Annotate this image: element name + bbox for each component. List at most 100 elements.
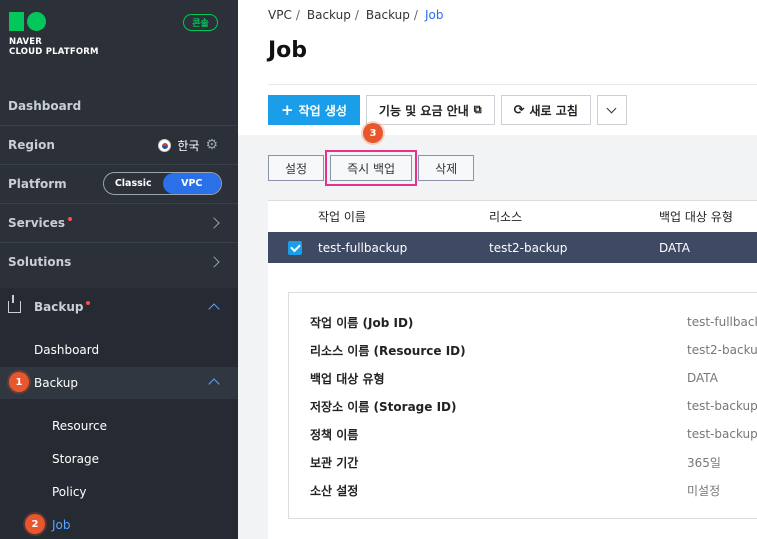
settings-button[interactable]: 설정	[268, 155, 325, 181]
sidebar-subitem-label: Job	[52, 518, 71, 532]
logo-mark-icon	[9, 12, 99, 31]
chevron-up-icon	[208, 378, 220, 390]
detail-value: test2-backup(	[687, 343, 757, 357]
sidebar-item-dashboard[interactable]: Dashboard	[0, 86, 238, 125]
cell-resource: test2-backup	[489, 240, 568, 255]
create-job-label: 작업 생성	[298, 103, 347, 118]
sidebar-item-backup-group[interactable]: Backup	[0, 288, 238, 325]
platform-label: Platform	[8, 177, 67, 191]
detail-key: 백업 대상 유형	[310, 371, 385, 386]
sidebar-item-region[interactable]: Region 한국 ⚙	[0, 125, 238, 164]
detail-key: 작업 이름 (Job ID)	[310, 315, 414, 330]
detail-key: 저장소 이름 (Storage ID)	[310, 399, 457, 414]
detail-key: 정책 이름	[310, 427, 359, 442]
sidebar-subitem-label: Storage	[52, 452, 99, 466]
sidebar: NAVER CLOUD PLATFORM 콘솔 Dashboard Region…	[0, 0, 238, 539]
sidebar-subitem-label: Resource	[52, 419, 108, 433]
region-label: Region	[8, 138, 55, 152]
table-header: 작업 이름 리소스 백업 대상 유형	[268, 200, 757, 232]
detail-row: 백업 대상 유형 DATA	[310, 364, 757, 392]
column-header-job-name[interactable]: 작업 이름	[318, 208, 366, 225]
platform-option-vpc[interactable]: VPC	[162, 173, 221, 194]
breadcrumb-vpc[interactable]: VPC	[268, 8, 292, 22]
plus-icon: +	[281, 101, 294, 119]
naver-cloud-logo[interactable]: NAVER CLOUD PLATFORM	[9, 12, 99, 57]
row-checkbox[interactable]	[288, 240, 302, 255]
korea-flag-icon	[158, 138, 172, 152]
logo-line2: CLOUD PLATFORM	[9, 47, 99, 57]
sidebar-subitem-label: Policy	[52, 485, 87, 499]
detail-value: 미설정	[687, 483, 721, 498]
logo-line1: NAVER	[9, 37, 43, 47]
gear-icon[interactable]: ⚙	[205, 137, 218, 153]
breadcrumb: VPC / Backup / Backup / Job	[268, 8, 444, 22]
create-job-button[interactable]: + 작업 생성	[268, 95, 360, 125]
main-content: VPC / Backup / Backup / Job Job + 작업 생성 기능 …	[238, 0, 757, 539]
detail-box: 작업 이름 (Job ID) test-fullbacku 리소스 이름 (Re…	[288, 292, 757, 519]
detail-row: 저장소 이름 (Storage ID) test-backup-s	[310, 392, 757, 420]
detail-key: 보관 기간	[310, 455, 359, 470]
page-title: Job	[268, 38, 308, 63]
more-dropdown-button[interactable]	[596, 95, 627, 125]
new-dot-icon	[68, 217, 73, 221]
cell-target-type: DATA	[659, 240, 690, 255]
detail-value: 365일	[687, 455, 721, 470]
column-header-resource[interactable]: 리소스	[489, 208, 522, 225]
sidebar-item-label: Solutions	[8, 255, 72, 269]
sidebar-item-label: Services	[8, 216, 66, 230]
step-badge-3: 3	[363, 123, 383, 143]
refresh-icon: ⟳	[513, 102, 525, 118]
detail-key: 소산 설정	[310, 483, 359, 498]
column-header-target-type[interactable]: 백업 대상 유형	[659, 208, 733, 225]
platform-toggle[interactable]: Classic VPC	[103, 172, 222, 195]
sidebar-subitem-backup[interactable]: Backup	[0, 367, 238, 399]
sidebar-subitem-label: Dashboard	[34, 343, 100, 357]
sidebar-item-solutions[interactable]: Solutions	[0, 242, 238, 281]
sidebar-item-label: Backup	[34, 299, 84, 314]
detail-row: 작업 이름 (Job ID) test-fullbacku	[310, 308, 757, 336]
detail-key: 리소스 이름 (Resource ID)	[310, 343, 466, 358]
info-label: 기능 및 요금 안내	[378, 103, 469, 118]
sidebar-subitem-dashboard[interactable]: Dashboard	[0, 334, 238, 366]
sidebar-subitem-storage[interactable]: Storage	[0, 443, 238, 475]
action-buttons: 설정 즉시 백업 삭제	[268, 150, 475, 186]
chevron-right-icon	[208, 256, 220, 268]
sidebar-item-services[interactable]: Services	[0, 203, 238, 242]
refresh-button[interactable]: ⟳ 새로 고침	[500, 95, 591, 125]
cell-job-name: test-fullbackup	[318, 240, 408, 255]
platform-option-classic[interactable]: Classic	[104, 173, 163, 194]
chevron-right-icon	[208, 217, 220, 229]
chevron-up-icon	[208, 303, 220, 315]
detail-value: test-backup-s	[687, 399, 757, 413]
sidebar-item-label: Dashboard	[8, 98, 82, 113]
detail-row: 소산 설정 미설정	[310, 476, 757, 504]
title-divider	[268, 84, 757, 85]
external-link-icon: ⧉	[473, 103, 482, 116]
backup-icon	[8, 294, 21, 313]
sidebar-subitem-label: Backup	[34, 376, 78, 390]
sidebar-subitem-resource[interactable]: Resource	[0, 410, 238, 442]
breadcrumb-backup-sub[interactable]: Backup	[366, 8, 410, 22]
console-badge[interactable]: 콘솔	[183, 14, 218, 31]
detail-value: DATA	[687, 371, 718, 385]
backup-now-button[interactable]: 즉시 백업	[325, 150, 418, 186]
chevron-down-icon	[606, 103, 617, 113]
step-badge-2: 2	[25, 514, 45, 534]
info-button[interactable]: 기능 및 요금 안내 ⧉	[365, 95, 495, 125]
breadcrumb-backup[interactable]: Backup	[307, 8, 351, 22]
delete-button[interactable]: 삭제	[418, 155, 475, 181]
detail-value: test-backup-p	[687, 427, 757, 441]
detail-value: test-fullbacku	[687, 315, 757, 329]
toolbar: + 작업 생성 기능 및 요금 안내 ⧉ ⟳ 새로 고침	[268, 95, 627, 125]
breadcrumb-job: Job	[424, 8, 444, 22]
detail-panel: 작업 이름 (Job ID) test-fullbacku 리소스 이름 (Re…	[268, 263, 757, 539]
sidebar-subitem-policy[interactable]: Policy	[0, 476, 238, 508]
step-badge-1: 1	[9, 372, 29, 392]
detail-row: 보관 기간 365일	[310, 448, 757, 476]
detail-row: 정책 이름 test-backup-p	[310, 420, 757, 448]
table-row[interactable]: test-fullbackup test2-backup DATA	[268, 232, 757, 263]
new-dot-icon	[86, 300, 91, 305]
region-value: 한국	[177, 138, 200, 153]
refresh-label: 새로 고침	[529, 103, 578, 118]
detail-row: 리소스 이름 (Resource ID) test2-backup(	[310, 336, 757, 364]
